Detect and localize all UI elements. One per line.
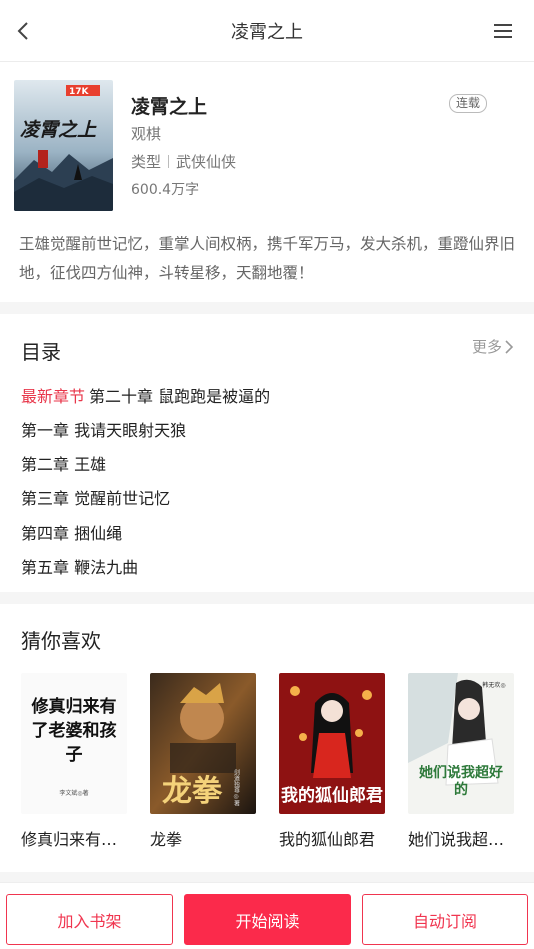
rec-cover-art-text: 她们说我超好的 [419,765,503,798]
rec-cover-author: 韩无欢◎ [482,681,505,689]
rec-cover-author: 李文斌◎著 [59,789,88,797]
toc-section: 目录 更多 最新章节 第二十章 鼠跑跑是被逼的 第一章 我请天眼射天狼 第二章 王… [0,314,534,592]
word-count: 600.4万字 [131,182,200,198]
chapter-item[interactable]: 第三章 觉醒前世记忆 [21,485,170,509]
auto-subscribe-button[interactable]: 自动订阅 [362,894,528,945]
toc-more-button[interactable]: 更多 [472,336,514,357]
add-to-shelf-button[interactable]: 加入书架 [6,894,173,945]
book-author[interactable]: 观棋 [131,123,161,144]
recommend-book-item[interactable]: 修真归来有了老婆和孩子 李文斌◎著 修真归来有… [21,673,127,850]
recommend-book-cover: 她们说我超好的 韩无欢◎ [408,673,514,814]
genre-label: 类型 [131,153,162,171]
top-nav-bar: 凌霄之上 [0,0,534,62]
cover-title-art: 凌霄之上 [20,119,97,141]
status-badge: 连载 [449,94,488,113]
recommend-book-item[interactable]: 我的狐仙郎君 我的狐仙郎君 [279,673,385,850]
recommend-book-name: 我的狐仙郎君 [279,830,376,849]
genre-value[interactable]: 武侠仙侠 [176,153,236,171]
latest-chapter-title: 第二十章 鼠跑跑是被逼的 [89,387,271,406]
book-genre: 类型 武侠仙侠 [131,151,236,172]
recommend-book-name: 修真归来有… [21,830,118,849]
rec-cover-author: 剑道独尊◎著 [233,768,240,807]
hamburger-menu-icon [494,24,512,38]
toc-more-label: 更多 [471,338,502,356]
book-info-section: 17K 凌霄之上 凌霄之上 连载 观棋 类型 武侠仙侠 600.4万字 王雄觉醒前… [0,62,534,302]
chevron-right-icon [505,339,514,354]
latest-chapter-label: 最新章节 [21,387,86,406]
recommend-section: 猜你喜欢 修真归来有了老婆和孩子 李文斌◎著 修真归来有… 龙拳 剑道独尊◎著 … [0,604,534,872]
chapter-item[interactable]: 第四章 捆仙绳 [21,520,122,544]
toc-title: 目录 [21,340,61,364]
chapter-item[interactable]: 第一章 我请天眼射天狼 [21,417,186,441]
recommend-book-name: 龙拳 [150,830,183,849]
rec-cover-art-text: 龙拳 [162,774,223,809]
rec-cover-art-text: 修真归来有了老婆和孩子 [31,697,117,765]
cover-badge-text: 17K [69,87,90,97]
latest-chapter-item[interactable]: 最新章节 第二十章 鼠跑跑是被逼的 [21,383,270,407]
recommend-book-item[interactable]: 她们说我超好的 韩无欢◎ 她们说我超… [408,673,514,850]
bottom-action-bar: 加入书架 开始阅读 自动订阅 [0,882,534,949]
start-reading-button[interactable]: 开始阅读 [184,894,351,945]
chapter-item[interactable]: 第五章 鞭法九曲 [21,554,138,578]
rec-cover-art-text: 我的狐仙郎君 [281,785,383,806]
recommend-book-item[interactable]: 龙拳 剑道独尊◎著 龙拳 [150,673,256,850]
book-cover-image: 17K 凌霄之上 [14,80,113,211]
recommend-book-cover: 我的狐仙郎君 [279,673,385,814]
book-cover[interactable]: 17K 凌霄之上 [14,80,113,211]
recommend-book-name: 她们说我超… [408,830,505,849]
recommend-book-cover: 龙拳 剑道独尊◎著 [150,673,256,814]
book-description: 王雄觉醒前世记忆，重掌人间权柄，携千军万马，发大杀机，重蹬仙界旧地，征伐四方仙神… [19,235,516,282]
page-title: 凌霄之上 [231,22,303,43]
book-title: 凌霄之上 [131,96,208,118]
recommend-book-cover: 修真归来有了老婆和孩子 李文斌◎著 [21,673,127,814]
chapter-item[interactable]: 第二章 王雄 [21,451,106,475]
menu-button[interactable] [488,16,518,46]
genre-divider [168,155,170,168]
recommend-title: 猜你喜欢 [21,629,101,653]
